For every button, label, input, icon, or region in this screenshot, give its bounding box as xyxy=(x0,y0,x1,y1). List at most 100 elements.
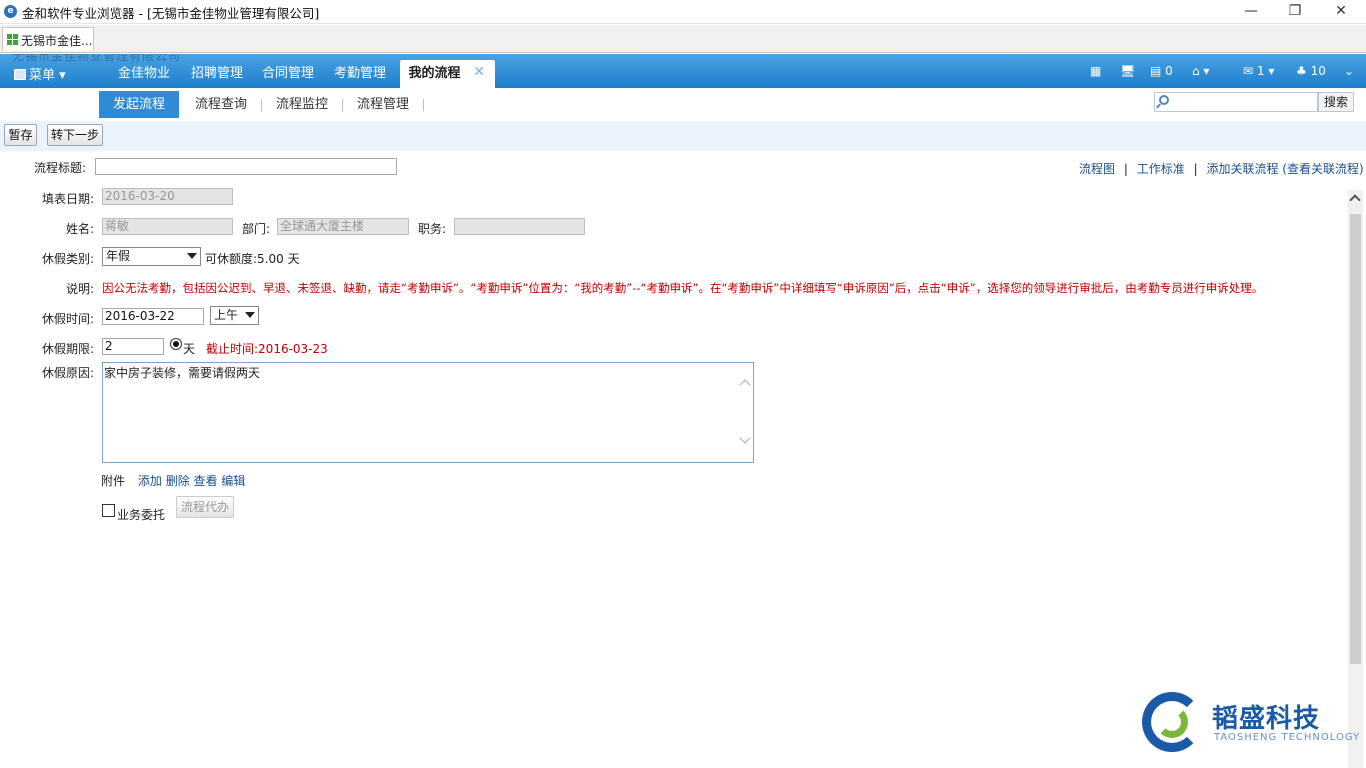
attach-edit-link[interactable]: 编辑 xyxy=(221,474,245,488)
nav-tab-contract[interactable]: 合同管理 xyxy=(254,60,322,88)
search-input[interactable] xyxy=(1154,92,1318,112)
name-label: 姓名: xyxy=(66,222,95,236)
chevron-down-icon xyxy=(245,312,255,318)
reason-textarea[interactable]: 家中房子装修，需要请假两天 xyxy=(102,362,754,463)
add-related-process-link[interactable]: 添加关联流程 xyxy=(1206,162,1278,176)
browser-tab-label: 无锡市金佳... xyxy=(21,34,93,48)
name-field: 蒋敏 xyxy=(102,218,233,235)
close-icon[interactable]: ✕ xyxy=(473,58,485,86)
reason-label: 休假原因: xyxy=(42,366,95,380)
message-icon[interactable]: ✉ 1 ▾ xyxy=(1243,64,1274,78)
browser-tab[interactable]: 无锡市金佳... xyxy=(2,27,94,51)
divider xyxy=(423,99,424,111)
close-button[interactable]: ✕ xyxy=(1318,0,1364,24)
duration-label: 休假期限: xyxy=(42,342,95,356)
minimize-button[interactable]: — xyxy=(1228,0,1274,24)
dept-field: 全球通大厦主楼 xyxy=(277,218,409,235)
user-count: 10 xyxy=(1310,64,1326,78)
half-day-value: 上午 xyxy=(214,308,239,322)
scroll-up-icon[interactable] xyxy=(1349,194,1361,206)
app-icon: e xyxy=(4,5,17,18)
users-icon[interactable]: ♣ 10 xyxy=(1296,64,1326,78)
link-separator: | xyxy=(1193,162,1198,176)
sub-navbar: 发起流程 流程查询 流程监控 流程管理 搜索 xyxy=(0,88,1366,121)
note-label: 说明: xyxy=(66,282,95,296)
link-separator: | xyxy=(1123,162,1128,176)
window-titlebar: e 金和软件专业浏览器 - [无锡市金佳物业管理有限公司] — ❐ ✕ xyxy=(0,0,1366,24)
deadline-label: 截止时间: xyxy=(206,342,259,356)
quota-label-text: 可休额度: xyxy=(205,252,258,266)
work-standard-link[interactable]: 工作标准 xyxy=(1137,162,1185,176)
window-title: 金和软件专业浏览器 - [无锡市金佳物业管理有限公司] xyxy=(22,6,320,21)
attach-label: 附件 xyxy=(101,474,126,488)
documents-icon[interactable]: ▤ 0 xyxy=(1150,64,1173,78)
form-toolbar: 暂存 转下一步 xyxy=(0,121,1366,151)
note-text: 因公无法考勤，包括因公迟到、早退、未签退、缺勤，请走“考勤申诉”。“考勤申诉”位… xyxy=(102,281,1264,295)
subtab-start-process[interactable]: 发起流程 xyxy=(99,91,179,118)
company-logo: 韬盛科技 TAOSHENG TECHNOLOGY xyxy=(1142,692,1362,756)
nav-tab-label: 我的流程 xyxy=(408,66,461,81)
scroll-down-icon[interactable] xyxy=(739,432,751,444)
nav-tab-recruit[interactable]: 招聘管理 xyxy=(183,60,251,88)
deadline-value: 2016-03-23 xyxy=(258,342,328,356)
title-label: 流程标题: xyxy=(34,161,87,175)
leave-form: 流程标题: 流程图 | 工作标准 | 添加关联流程 (查看关联流程) 填表日期:… xyxy=(0,151,1366,768)
attach-delete-link[interactable]: 删除 xyxy=(166,474,190,488)
half-day-select[interactable]: 上午 xyxy=(210,306,259,325)
quota-value: 5.00 天 xyxy=(257,252,300,266)
restore-button[interactable]: ❐ xyxy=(1272,0,1318,24)
fill-date-label: 填表日期: xyxy=(42,192,95,206)
menu-button[interactable]: 菜单 ▾ xyxy=(14,64,66,83)
browser-tabbar: 无锡市金佳... xyxy=(0,25,1366,53)
subtab-process-monitor[interactable]: 流程监控 xyxy=(267,91,337,118)
chevron-down-icon[interactable]: ⌄ xyxy=(1344,64,1354,78)
menu-icon xyxy=(14,69,26,80)
attach-add-link[interactable]: 添加 xyxy=(138,474,162,488)
attachments: 附件 添加 删除 查看 编辑 xyxy=(101,472,245,489)
leave-time-label: 休假时间: xyxy=(42,312,95,326)
duration-field[interactable]: 2 xyxy=(102,338,164,355)
home-icon[interactable]: ⌂ ▾ xyxy=(1192,64,1209,78)
msg-count: 1 xyxy=(1256,64,1265,78)
doc-count: 0 xyxy=(1165,64,1173,78)
reason-text: 家中房子装修，需要请假两天 xyxy=(104,366,261,380)
grid-view-icon[interactable]: ▦ xyxy=(1090,64,1101,78)
flow-chart-link[interactable]: 流程图 xyxy=(1079,162,1115,176)
logo-icon-inner xyxy=(1156,706,1188,738)
chevron-down-icon xyxy=(187,253,197,259)
nav-tab-jinjia[interactable]: 金佳物业 xyxy=(110,60,178,88)
subtab-process-query[interactable]: 流程查询 xyxy=(186,91,256,118)
app-grid-icon xyxy=(7,34,18,45)
subtab-process-manage[interactable]: 流程管理 xyxy=(348,91,418,118)
next-step-button[interactable]: 转下一步 xyxy=(47,124,103,146)
leave-type-label: 休假类别: xyxy=(42,252,95,266)
menu-label: 菜单 xyxy=(29,68,56,83)
nav-tab-my-process[interactable]: 我的流程 ✕ xyxy=(400,60,495,88)
scroll-thumb[interactable] xyxy=(1350,214,1361,664)
links-bar: 流程图 | 工作标准 | 添加关联流程 (查看关联流程) xyxy=(1079,160,1364,177)
search-icon xyxy=(1159,95,1169,105)
attach-view-link[interactable]: 查看 xyxy=(194,474,218,488)
nav-tab-attendance[interactable]: 考勤管理 xyxy=(326,60,394,88)
page-scrollbar[interactable] xyxy=(1348,190,1363,768)
monitor-icon[interactable]: 🖥 xyxy=(1120,64,1135,78)
proxy-process-button: 流程代办 xyxy=(176,496,234,518)
scroll-up-icon[interactable] xyxy=(739,379,751,391)
quota-label: 可休额度:5.00 天 xyxy=(205,250,300,267)
chevron-down-icon: ▾ xyxy=(59,68,66,83)
divider xyxy=(342,99,343,111)
logo-name: 韬盛科技 xyxy=(1212,704,1321,734)
leave-time-field[interactable]: 2016-03-22 xyxy=(102,308,204,325)
delegate-checkbox[interactable] xyxy=(102,504,115,517)
save-draft-button[interactable]: 暂存 xyxy=(4,124,37,146)
title-field[interactable] xyxy=(95,158,397,175)
search-button[interactable]: 搜索 xyxy=(1318,92,1354,112)
post-field xyxy=(454,218,585,235)
fill-date-field: 2016-03-20 xyxy=(102,188,233,205)
logo-subtitle: TAOSHENG TECHNOLOGY xyxy=(1214,732,1361,743)
view-related-process-link[interactable]: (查看关联流程) xyxy=(1282,162,1363,176)
leave-type-select[interactable]: 年假 xyxy=(102,247,201,266)
delegate-label: 业务委托 xyxy=(117,508,166,522)
divider xyxy=(261,99,262,111)
day-unit-radio[interactable] xyxy=(170,338,182,350)
